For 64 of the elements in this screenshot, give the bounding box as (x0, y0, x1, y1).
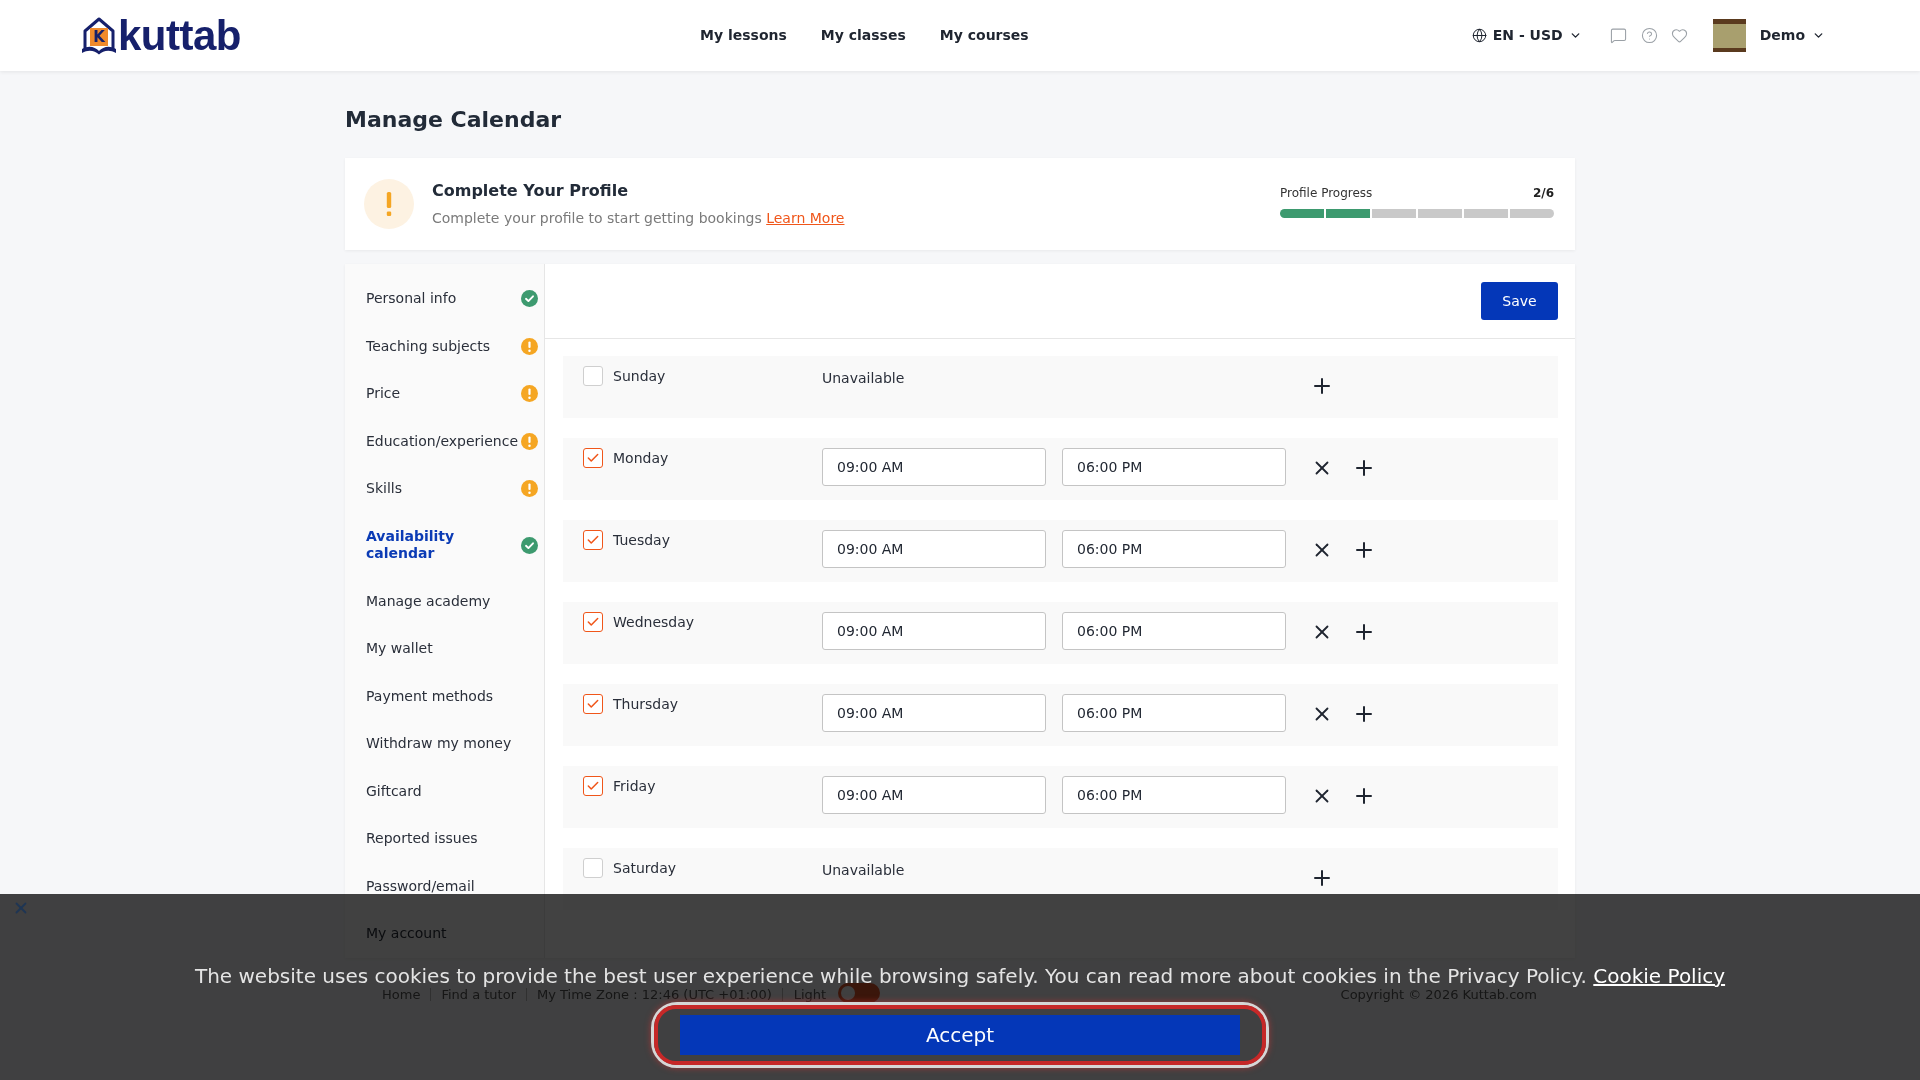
unavailable-text: Unavailable (822, 861, 905, 880)
nav-link[interactable]: My lessons (700, 25, 787, 46)
avatar-photo-placeholder (1712, 19, 1746, 52)
check-icon (586, 533, 600, 547)
locale-selector[interactable]: EN - USD (1471, 25, 1582, 46)
logo-wordmark[interactable]: kuttab (118, 13, 241, 58)
day-label: Wednesday (613, 613, 695, 632)
time-input[interactable]: 09:00 AM (822, 448, 1046, 486)
time-input[interactable]: 09:00 AM (822, 612, 1046, 650)
checkbox[interactable] (583, 612, 603, 632)
day-label: Monday (613, 449, 669, 468)
learn-more-link[interactable]: Learn More (766, 210, 845, 226)
check-icon (586, 451, 600, 465)
sidebar-item[interactable]: Reported issues (345, 815, 544, 863)
time-input[interactable]: 06:00 PM (1062, 530, 1286, 568)
progress-count: 2/6 (1532, 186, 1554, 201)
checkbox[interactable] (583, 366, 603, 386)
checkbox[interactable] (583, 694, 603, 714)
sidebar-item[interactable]: Personal info (345, 275, 544, 323)
sidebar-item[interactable]: Payment methods (345, 672, 544, 720)
cookie-policy-link[interactable]: Cookie Policy (1593, 964, 1726, 988)
nav-link[interactable]: My classes (820, 25, 906, 46)
day-label: Friday (613, 777, 656, 796)
time-input[interactable]: 09:00 AM (822, 530, 1046, 568)
time-input[interactable]: 09:00 AM (822, 776, 1046, 814)
sidebar-item[interactable]: Giftcard (345, 767, 544, 815)
day-label: Saturday (613, 859, 677, 878)
checkbox[interactable] (583, 858, 603, 878)
time-input[interactable]: 09:00 AM (822, 694, 1046, 732)
chat-icon[interactable] (1609, 27, 1627, 44)
sidebar-item[interactable]: Teaching subjects (345, 322, 544, 370)
check-icon (586, 779, 600, 793)
time-input[interactable]: 06:00 PM (1062, 448, 1286, 486)
unavailable-text: Unavailable (822, 369, 905, 388)
profile-card-text: Complete your profile to start getting bookings Learn More (432, 209, 845, 227)
time-input[interactable]: 06:00 PM (1062, 612, 1286, 650)
user-menu[interactable]: Demo (1712, 19, 1825, 52)
check-icon (586, 615, 600, 629)
accept-button[interactable]: Accept (651, 1002, 1269, 1068)
logo-letter: K (90, 27, 108, 46)
exclamation-icon (364, 179, 414, 229)
sidebar-item[interactable]: Price (345, 370, 544, 418)
nav-link[interactable]: My courses (939, 25, 1029, 46)
sidebar-item[interactable]: Availability calendar (345, 512, 544, 578)
checkbox[interactable] (583, 776, 603, 796)
page-title: Manage Calendar (345, 106, 563, 134)
time-input[interactable]: 06:00 PM (1062, 776, 1286, 814)
cookie-notice-text: The website uses cookies to provide the best user experience while browsing safely. You can read more about cookies in the Privacy Policy. Cookie Policy (194, 966, 1726, 986)
day-label: Thursday (613, 695, 679, 714)
check-icon (586, 697, 600, 711)
sidebar-item[interactable]: Manage academy (345, 577, 544, 625)
sidebar-item[interactable]: Education/experience (345, 417, 544, 465)
progress-label: Profile Progress (1280, 186, 1373, 201)
globe-icon (1471, 28, 1487, 43)
save-button[interactable]: Save (1481, 282, 1558, 320)
checkbox[interactable] (583, 448, 603, 468)
sidebar-item[interactable]: Skills (345, 465, 544, 513)
profile-card-title: Complete Your Profile (432, 181, 630, 201)
sidebar-item[interactable]: My wallet (345, 625, 544, 673)
sidebar-item[interactable]: Withdraw my money (345, 720, 544, 768)
day-label: Tuesday (613, 531, 670, 550)
time-input[interactable]: 06:00 PM (1062, 694, 1286, 732)
checkbox[interactable] (583, 530, 603, 550)
day-label: Sunday (613, 367, 666, 386)
